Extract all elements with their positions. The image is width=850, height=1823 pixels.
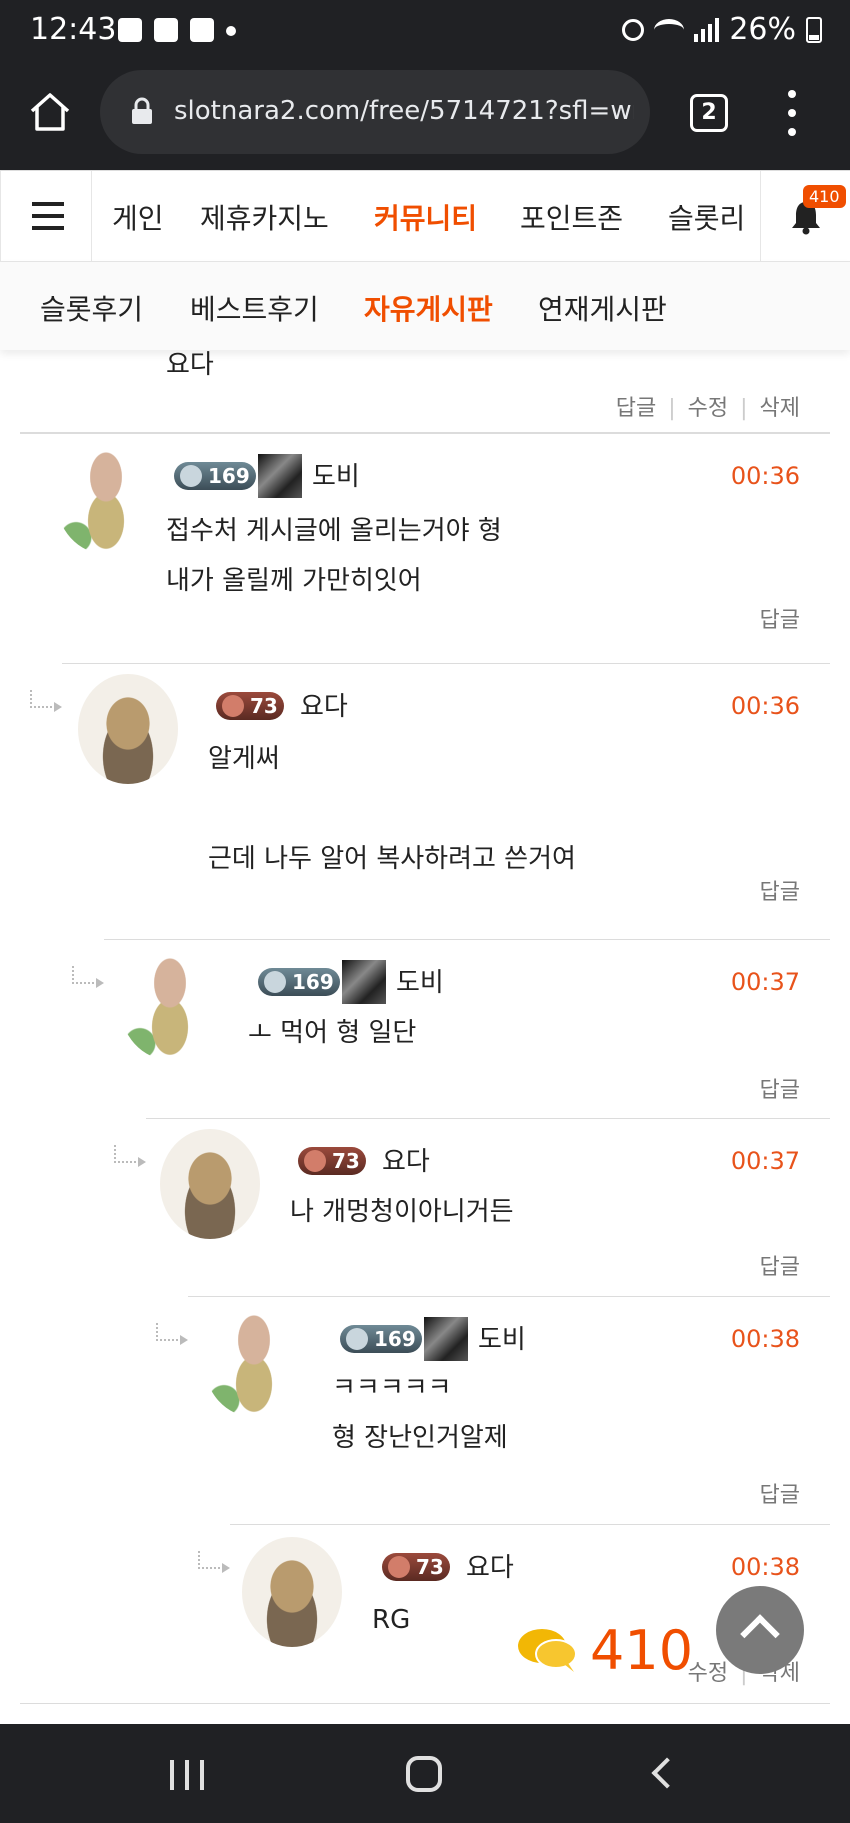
reply-arrow-icon [156,1323,188,1345]
nav-item-community[interactable]: 커뮤니티 [374,197,477,237]
signal-icon [694,17,720,42]
browser-toolbar: slotnara2.com/free/5714721?sfl=wr_n 2 [0,62,850,170]
tab-slot-review[interactable]: 슬롯후기 [40,288,143,328]
recents-icon[interactable] [170,1760,204,1790]
comment-time: 00:38 [730,1325,800,1353]
home-key-icon[interactable] [406,1756,442,1792]
nickname[interactable]: 요다 [300,686,348,723]
reply-button[interactable]: 답글 [760,874,800,906]
status-bar: 12:43 26% [0,0,850,62]
avatar [56,444,156,554]
nav-item-point-zone[interactable]: 포인트존 [520,197,623,237]
nickname[interactable]: 도비 [396,962,444,999]
comment-text: ㅋㅋㅋㅋㅋ 형 장난인거알제 [332,1373,508,1453]
level-badge: 169 [174,462,256,490]
nav-item-slot[interactable]: 슬롯리 [668,197,745,237]
profile-photo [258,454,302,498]
comment-item: 73 요다 00:36 알게써 근데 나두 알어 복사하려고 쓴거여 답글 [30,663,830,939]
nav-item-partner-casino[interactable]: 제휴카지노 [200,197,329,237]
hamburger-menu-icon[interactable] [0,171,92,262]
comment-item: 169 도비 00:37 ㅗ 먹어 형 일단 답글 [72,939,830,1118]
partial-comment-text: 요다 [166,350,214,380]
comment-list: 요다 답글 | 수정 | 삭제 169 도비 00:36 접수처 게시글에 올리는거야 … [0,350,850,1724]
comment-time: 00:37 [730,1147,800,1175]
comment-count-button[interactable]: 410 [516,1610,693,1690]
scroll-to-top-button[interactable] [716,1586,804,1674]
comment-item: 73 요다 00:37 나 개멍청이아니거든 답글 [114,1118,830,1296]
notification-button[interactable]: 410 [760,171,850,262]
nickname[interactable]: 도비 [312,456,360,493]
tab-switcher-button[interactable]: 2 [690,94,728,132]
status-time: 12:43 [30,12,117,47]
home-icon[interactable] [28,90,72,134]
reply-button[interactable]: 답글 [760,1072,800,1104]
tab-free-board[interactable]: 자유게시판 [364,288,493,328]
comment-text: 알게써 근데 나두 알어 복사하려고 쓴거여 [208,744,576,874]
chat-bubbles-icon [518,1629,577,1672]
comment-text: 나 개멍청이아니거든 [290,1197,514,1227]
comment-time: 00:37 [730,968,800,996]
comment-item: 169 도비 00:38 ㅋㅋㅋㅋㅋ 형 장난인거알제 답글 [156,1296,830,1524]
site-nav: 게인 제휴카지노 커뮤니티 포인트존 슬롯리 410 [0,170,850,262]
comment-time: 00:36 [730,692,800,720]
battery-percent: 26% [729,12,796,47]
comment-text: 접수처 게시글에 올리는거야 형 내가 올릴께 가만히잇어 [166,516,502,596]
level-badge: 169 [258,968,340,996]
alarm-icon [622,18,645,41]
more-menu-icon[interactable] [782,90,802,136]
notification-badge: 410 [803,185,846,208]
reply-arrow-icon [72,966,104,988]
image-icon [154,18,178,42]
back-icon[interactable] [651,1757,683,1789]
level-badge: 169 [340,1325,422,1353]
avatar [204,1307,304,1417]
reply-button[interactable]: 답글 [760,1477,800,1509]
nickname[interactable]: 요다 [466,1547,514,1584]
address-bar[interactable]: slotnara2.com/free/5714721?sfl=wr_n [100,70,650,154]
camera-icon [190,18,214,42]
level-badge: 73 [216,692,284,720]
reply-button[interactable]: 답글 [760,602,800,634]
avatar [242,1537,342,1647]
profile-photo [424,1317,468,1361]
level-badge: 73 [298,1147,366,1175]
reply-arrow-icon [30,690,62,712]
nickname[interactable]: 요다 [382,1141,430,1178]
battery-icon [806,16,822,43]
reply-button[interactable]: 답글 [616,396,656,421]
level-badge: 73 [382,1553,450,1581]
avatar [78,674,178,784]
edit-button[interactable]: 수정 [688,396,728,421]
comment-text: ㅗ 먹어 형 일단 [248,1018,417,1048]
comment-time: 00:36 [730,462,800,490]
tab-best-review[interactable]: 베스트후기 [190,288,319,328]
system-nav-bar [0,1724,850,1823]
comment-time: 00:38 [730,1553,800,1581]
url-text[interactable]: slotnara2.com/free/5714721?sfl=wr_n [174,96,634,126]
tab-serial-board[interactable]: 연재게시판 [538,288,667,328]
lock-icon [132,97,152,124]
profile-photo [342,960,386,1004]
wifi-icon [654,18,685,41]
dot-icon [226,26,236,36]
reply-arrow-icon [198,1551,230,1573]
comment-item: 169 도비 00:36 접수처 게시글에 올리는거야 형 내가 올릴께 가만히… [20,433,830,663]
edit-button[interactable]: 수정 [688,1661,728,1686]
comment-count: 410 [590,1618,694,1682]
delete-button[interactable]: 삭제 [760,396,800,421]
reply-arrow-icon [114,1145,146,1167]
avatar [160,1129,260,1239]
nickname[interactable]: 도비 [478,1319,526,1356]
sub-nav: 슬롯후기 베스트후기 자유게시판 연재게시판 [0,262,850,350]
nav-item-game[interactable]: 게인 [112,197,164,237]
reply-button[interactable]: 답글 [760,1249,800,1281]
avatar [120,950,220,1060]
chat-icon [118,18,142,42]
comment-text: RG [372,1605,411,1635]
